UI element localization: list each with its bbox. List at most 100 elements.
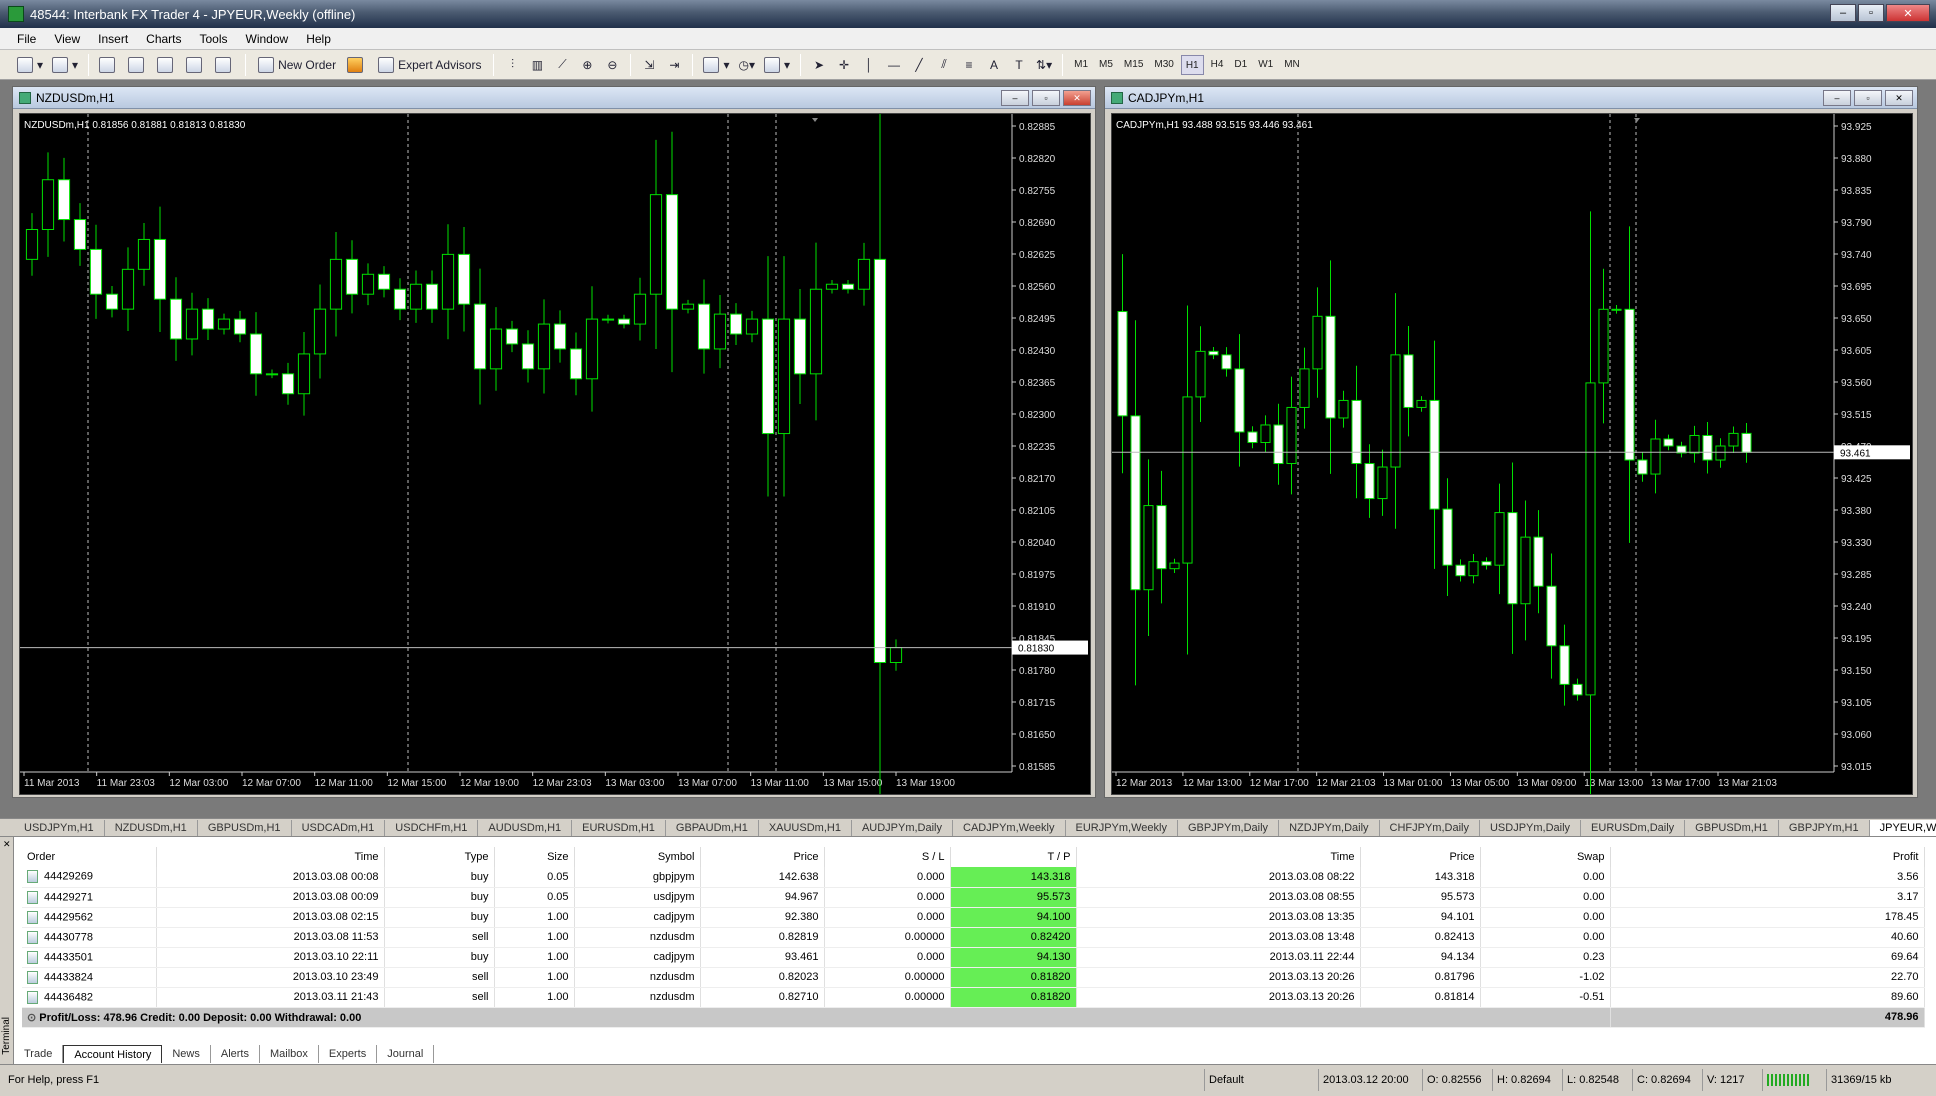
zoom-in-button[interactable]: ⊕: [576, 53, 598, 77]
header-size[interactable]: Size: [494, 847, 575, 867]
timeframe-h4[interactable]: H4: [1207, 55, 1228, 75]
timeframe-h1[interactable]: H1: [1180, 54, 1204, 75]
bar-chart-button[interactable]: ⫶: [501, 53, 523, 77]
chart-tab[interactable]: JPYEUR,Weekly (offline): [1869, 819, 1936, 836]
menu-window[interactable]: Window: [237, 28, 298, 50]
text-button[interactable]: A: [983, 53, 1005, 77]
price-chart-cadjpy[interactable]: 93.925 93.880 93.835 93.790 93.740 93.695 93.6…: [1111, 113, 1913, 795]
menu-file[interactable]: File: [8, 28, 45, 50]
autoscroll-button[interactable]: ⇲: [638, 53, 660, 77]
header-type[interactable]: Type: [384, 847, 495, 867]
profiles-button[interactable]: ▾: [49, 53, 81, 77]
header-price[interactable]: Price: [700, 847, 825, 867]
menu-view[interactable]: View: [45, 28, 89, 50]
header-tp[interactable]: T / P: [950, 847, 1077, 867]
chart-restore-button[interactable]: ▫: [1032, 90, 1060, 106]
timeframe-w1[interactable]: W1: [1254, 55, 1277, 75]
header-profit[interactable]: Profit: [1610, 847, 1925, 867]
text-label-button[interactable]: T: [1008, 53, 1030, 77]
terminal-close-icon[interactable]: ✕: [3, 839, 11, 850]
terminal-button[interactable]: [183, 53, 209, 77]
header-order[interactable]: Order: [22, 847, 157, 867]
candlestick-button[interactable]: ▥: [526, 53, 548, 77]
horizontal-line-button[interactable]: —: [883, 53, 905, 77]
table-row[interactable]: 44429269 2013.03.08 00:08 buy 0.05 gbpjpym 14…: [22, 867, 1925, 888]
chart-tab[interactable]: EURUSDm,Daily: [1581, 819, 1686, 836]
chart-tab[interactable]: EURJPYm,Weekly: [1066, 819, 1178, 836]
tester-button[interactable]: [212, 53, 238, 77]
menu-help[interactable]: Help: [297, 28, 340, 50]
header-symbol[interactable]: Symbol: [574, 847, 701, 867]
new-chart-button[interactable]: ▾: [14, 53, 46, 77]
chart-window-nzdusd[interactable]: NZDUSDm,H1 – ▫ ✕ 0.82885 0.82820 0.82755 0.…: [12, 86, 1096, 798]
market-watch-button[interactable]: [96, 53, 122, 77]
chart-minimize-button[interactable]: –: [1823, 90, 1851, 106]
terminal-tab-trade[interactable]: Trade: [14, 1045, 64, 1063]
periods-button[interactable]: ◷ ▾: [735, 53, 758, 77]
candlestick-chart-nzdusd[interactable]: 0.82885 0.82820 0.82755 0.82690 0.82625 0.825…: [20, 114, 1090, 794]
data-window-button[interactable]: [125, 53, 151, 77]
timeframe-m5[interactable]: M5: [1095, 55, 1117, 75]
chart-shift-button[interactable]: ⇥: [663, 53, 685, 77]
chart-tab[interactable]: NZDJPYm,Daily: [1279, 819, 1380, 836]
terminal-tab-account-history[interactable]: Account History: [63, 1045, 163, 1063]
chart-window-cadjpy[interactable]: CADJPYm,H1 – ▫ ✕ 93.925 93.880 93.835 93.79…: [1104, 86, 1918, 798]
chart-tab[interactable]: USDJPYm,Daily: [1480, 819, 1582, 836]
table-row[interactable]: 44429562 2013.03.08 02:15 buy 1.00 cadjpym 92…: [22, 907, 1925, 928]
indicators-button[interactable]: ▾: [700, 53, 732, 77]
chart-minimize-button[interactable]: –: [1001, 90, 1029, 106]
chart-tab[interactable]: GBPJPYm,Daily: [1178, 819, 1280, 836]
terminal-tab-alerts[interactable]: Alerts: [211, 1045, 260, 1063]
templates-button[interactable]: ▾: [761, 53, 793, 77]
chart-tab[interactable]: GBPUSDm,H1: [198, 819, 292, 836]
chart-tab[interactable]: AUDUSDm,H1: [478, 819, 573, 836]
timeframe-m1[interactable]: M1: [1070, 55, 1092, 75]
menu-tools[interactable]: Tools: [191, 28, 237, 50]
table-row[interactable]: 44433501 2013.03.10 22:11 buy 1.00 cadjpym 93…: [22, 947, 1925, 968]
chart-tab[interactable]: CHFJPYm,Daily: [1380, 819, 1480, 836]
terminal-tab-experts[interactable]: Experts: [319, 1045, 378, 1063]
crosshair-button[interactable]: ✛: [833, 53, 855, 77]
minimize-button[interactable]: –: [1830, 4, 1856, 22]
trendline-button[interactable]: ╱: [908, 53, 930, 77]
expert-advisors-button[interactable]: Expert Advisors: [373, 53, 486, 77]
zoom-out-button[interactable]: ⊖: [601, 53, 623, 77]
menu-charts[interactable]: Charts: [137, 28, 190, 50]
terminal-tab-mailbox[interactable]: Mailbox: [260, 1045, 319, 1063]
equidistant-channel-button[interactable]: ⫽: [933, 53, 955, 77]
price-chart-nzdusd[interactable]: 0.82885 0.82820 0.82755 0.82690 0.82625 0.825…: [19, 113, 1091, 795]
terminal-tab-news[interactable]: News: [162, 1045, 211, 1063]
chart-tab[interactable]: GBPJPYm,H1: [1779, 819, 1870, 836]
vertical-line-button[interactable]: │: [858, 53, 880, 77]
table-row[interactable]: 44436482 2013.03.11 21:43 sell 1.00 nzdusdm 0…: [22, 987, 1925, 1008]
header-sl[interactable]: S / L: [824, 847, 951, 867]
header-close-time[interactable]: Time: [1076, 847, 1361, 867]
chart-close-button[interactable]: ✕: [1885, 90, 1913, 106]
metaeditor-button[interactable]: [344, 53, 370, 77]
candlestick-chart-cadjpy[interactable]: 93.925 93.880 93.835 93.790 93.740 93.695 93.6…: [1112, 114, 1912, 794]
timeframe-d1[interactable]: D1: [1230, 55, 1251, 75]
chart-tab[interactable]: EURUSDm,H1: [572, 819, 666, 836]
chart-close-button[interactable]: ✕: [1063, 90, 1091, 106]
table-row[interactable]: 44433824 2013.03.10 23:49 sell 1.00 nzdusdm 0…: [22, 967, 1925, 988]
cursor-button[interactable]: ➤: [808, 53, 830, 77]
maximize-button[interactable]: ▫: [1858, 4, 1884, 22]
line-chart-button[interactable]: ⟋: [551, 53, 573, 77]
header-swap[interactable]: Swap: [1480, 847, 1611, 867]
navigator-button[interactable]: [154, 53, 180, 77]
chart-tab[interactable]: XAUUSDm,H1: [759, 819, 852, 836]
chart-tab[interactable]: USDCHFm,H1: [385, 819, 479, 836]
chart-tab[interactable]: AUDJPYm,Daily: [852, 819, 954, 836]
chart-tab[interactable]: NZDUSDm,H1: [105, 819, 198, 836]
timeframe-mn[interactable]: MN: [1280, 55, 1304, 75]
terminal-tab-journal[interactable]: Journal: [377, 1045, 435, 1063]
chart-tab[interactable]: USDCADm,H1: [292, 819, 386, 836]
timeframe-m15[interactable]: M15: [1120, 55, 1147, 75]
table-row[interactable]: 44429271 2013.03.08 00:09 buy 0.05 usdjpym 94…: [22, 887, 1925, 908]
chart-tab[interactable]: USDJPYm,H1: [14, 819, 105, 836]
chart-tab[interactable]: GBPAUDm,H1: [666, 819, 759, 836]
close-button[interactable]: ✕: [1886, 4, 1930, 22]
arrows-button[interactable]: ⇅▾: [1033, 53, 1055, 77]
header-time[interactable]: Time: [156, 847, 385, 867]
chart-tab[interactable]: GBPUSDm,H1: [1685, 819, 1779, 836]
